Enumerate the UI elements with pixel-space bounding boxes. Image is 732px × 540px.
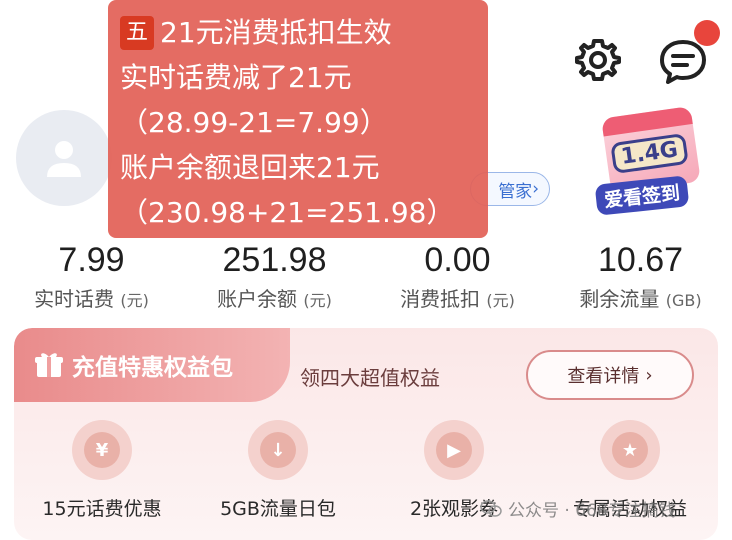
user-silhouette-icon xyxy=(47,141,81,177)
overlay-line-3: （28.99-21=7.99） xyxy=(120,106,388,139)
step-number-badge: 五 xyxy=(120,16,154,50)
benefit-glyph: ↓ xyxy=(260,432,296,468)
stat-remaining-data[interactable]: 10.67 剩余流量 (GB) xyxy=(549,236,732,322)
stat-label-text: 消费抵扣 xyxy=(400,287,481,311)
view-details-label: 查看详情 xyxy=(567,366,640,387)
stat-account-balance[interactable]: 251.98 账户余额 (元) xyxy=(183,236,366,322)
stat-label: 实时话费 (元) xyxy=(0,284,183,316)
card-title: 充值特惠权益包 xyxy=(72,355,233,381)
benefit-glyph: ▶ xyxy=(436,432,472,468)
stat-consumption-deduction[interactable]: 0.00 消费抵扣 (元) xyxy=(366,236,549,322)
wechat-icon xyxy=(480,499,502,517)
annotation-overlay: 五 21元消费抵扣生效 实时话费减了21元 （28.99-21=7.99） 账户余… xyxy=(108,0,488,238)
stat-value: 0.00 xyxy=(424,241,491,279)
stat-label-text: 剩余流量 xyxy=(579,287,660,311)
stat-value: 251.98 xyxy=(222,241,327,279)
chevron-right-icon: › xyxy=(532,179,539,199)
stat-realtime-fee[interactable]: 7.99 实时话费 (元) xyxy=(0,236,183,322)
watermark-text: 公众号 · 668专注搞钱 xyxy=(508,501,676,521)
stat-label-text: 账户余额 xyxy=(217,287,298,311)
watermark: 公众号 · 668专注搞钱 xyxy=(480,496,676,521)
overlay-line-4: 账户余额退回来21元 xyxy=(120,151,380,184)
overlay-line-1: 五 21元消费抵扣生效 xyxy=(120,10,488,55)
account-stats: 7.99 实时话费 (元) 251.98 账户余额 (元) 0.00 消费抵扣 … xyxy=(0,236,732,322)
settings-gear-icon[interactable] xyxy=(574,36,622,84)
stat-unit: (GB) xyxy=(665,291,702,310)
user-avatar[interactable] xyxy=(16,110,112,206)
steward-label: 管家 xyxy=(498,181,533,202)
movie-ticket-icon: ▶ xyxy=(424,420,484,480)
stat-label: 剩余流量 (GB) xyxy=(549,284,732,316)
benefit-item-fee-discount[interactable]: ¥ 15元话费优惠 xyxy=(14,420,190,530)
benefit-label: 15元话费优惠 xyxy=(42,498,162,520)
notification-dot xyxy=(694,20,720,46)
stat-unit: (元) xyxy=(486,291,515,310)
checkin-promo[interactable]: 1.4G 爱看签到 xyxy=(590,98,706,216)
card-header-tab: 充值特惠权益包 xyxy=(14,328,290,402)
stat-unit: (元) xyxy=(120,291,149,310)
stat-unit: (元) xyxy=(303,291,332,310)
benefit-item-data-pack[interactable]: ↓ 5GB流量日包 xyxy=(190,420,366,530)
chevron-right-icon: › xyxy=(645,364,653,386)
checkin-label: 爱看签到 xyxy=(594,175,690,216)
stat-value: 10.67 xyxy=(597,241,684,279)
gift-icon xyxy=(35,353,63,377)
benefit-label: 5GB流量日包 xyxy=(220,498,336,520)
overlay-line-1-text: 21元消费抵扣生效 xyxy=(160,16,392,49)
view-details-button[interactable]: 查看详情 › xyxy=(526,350,694,400)
star-badge-icon: ★ xyxy=(600,420,660,480)
data-download-icon: ↓ xyxy=(248,420,308,480)
stat-label: 消费抵扣 (元) xyxy=(366,284,549,316)
overlay-line-2: 实时话费减了21元 xyxy=(120,61,352,94)
yen-coupon-icon: ¥ xyxy=(72,420,132,480)
overlay-line-5: （230.98+21=251.98） xyxy=(120,196,455,229)
card-subtitle: 领四大超值权益 xyxy=(300,366,440,390)
stat-label-text: 实时话费 xyxy=(34,287,115,311)
stat-label: 账户余额 (元) xyxy=(183,284,366,316)
benefit-glyph: ¥ xyxy=(84,432,120,468)
stat-value: 7.99 xyxy=(58,241,125,279)
benefit-glyph: ★ xyxy=(612,432,648,468)
